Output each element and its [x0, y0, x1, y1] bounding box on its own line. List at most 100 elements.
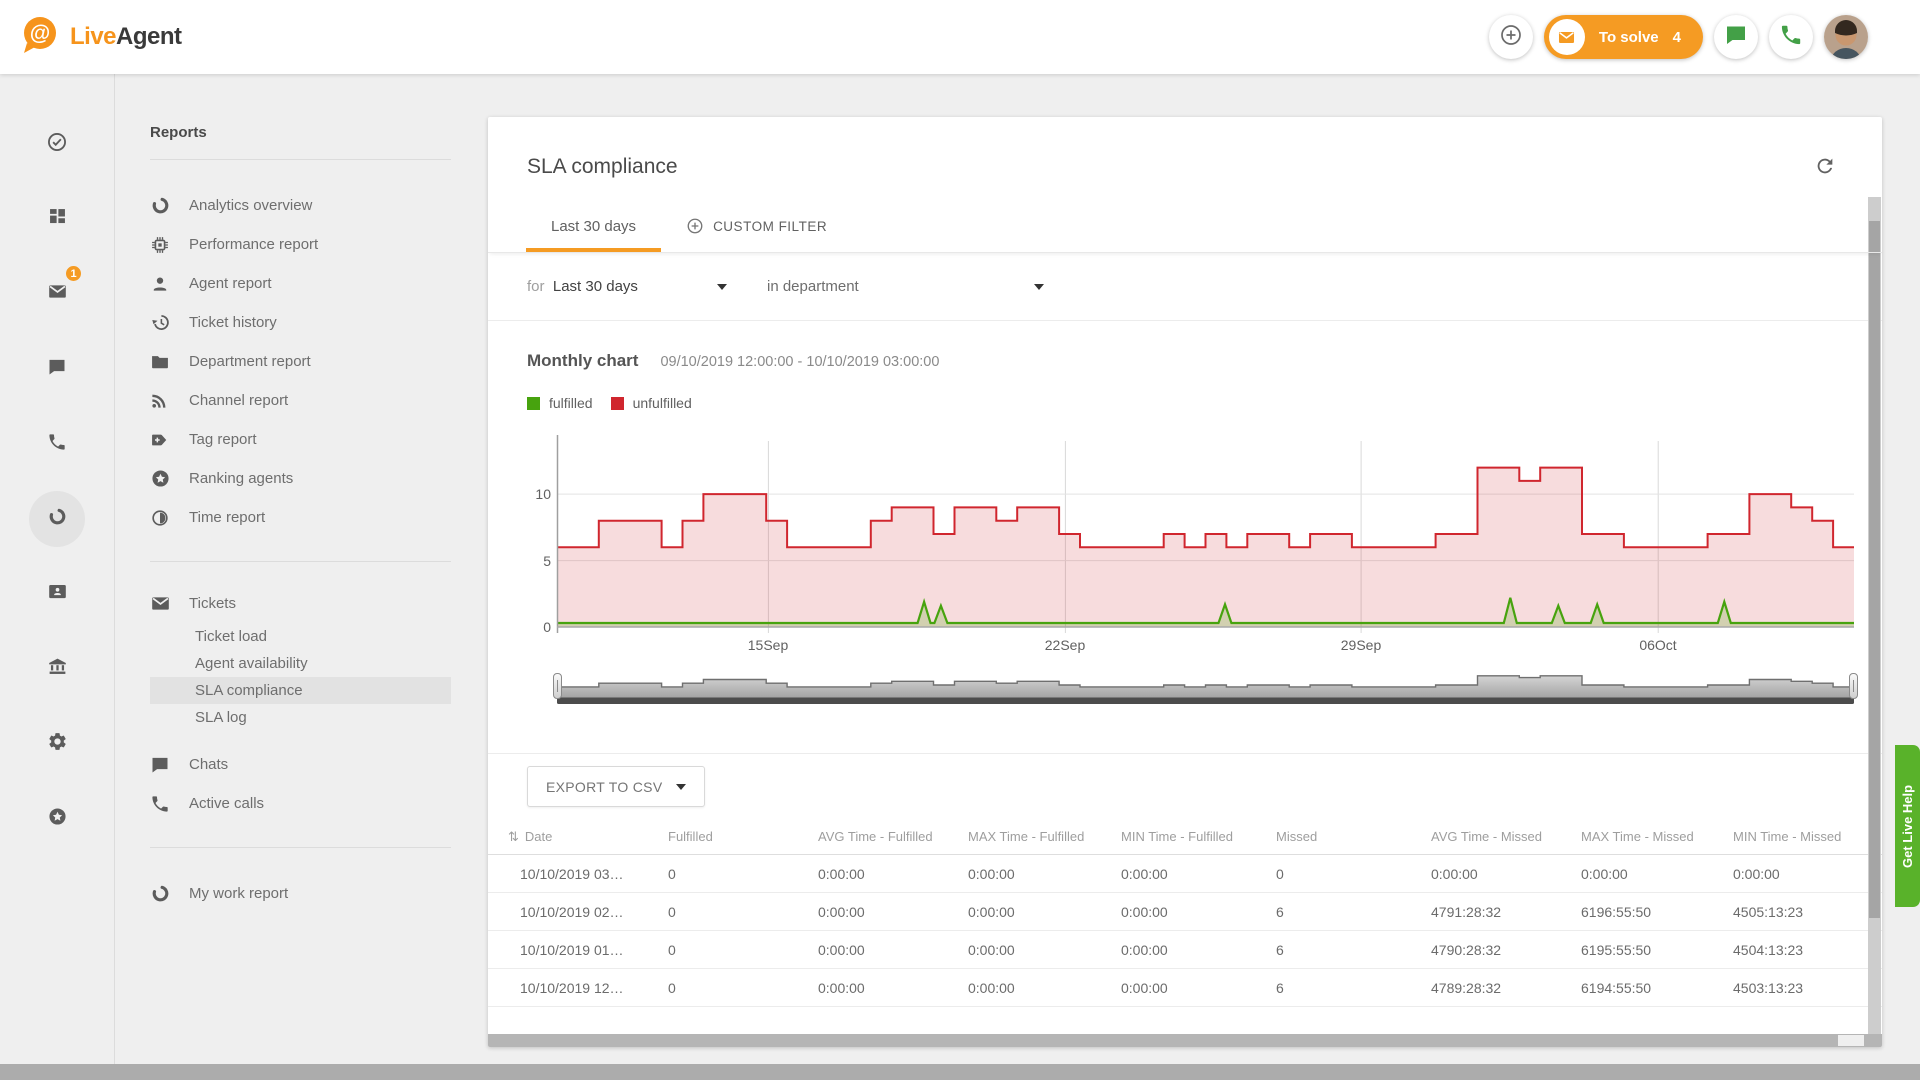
icon-rail: 1 — [0, 74, 115, 1065]
export-csv-button[interactable]: EXPORT TO CSV — [527, 766, 705, 807]
chat-icon — [150, 755, 172, 775]
cell-avg-time-missed: 4790:28:32 — [1431, 942, 1581, 958]
refresh-icon[interactable] — [1814, 155, 1836, 182]
legend-fulfilled[interactable]: fulfilled — [527, 395, 593, 411]
col-header-date[interactable]: ⇅Date — [508, 829, 668, 845]
cell-avg-time-fulfilled: 0:00:00 — [818, 866, 968, 882]
col-header-missed[interactable]: Missed — [1276, 829, 1431, 844]
chart-legend: fulfilled unfulfilled — [527, 395, 1843, 411]
y-axis-label: 5 — [527, 553, 551, 569]
liveagent-logo-icon: @ — [16, 12, 62, 63]
rail-contact-card-button[interactable] — [29, 566, 85, 622]
liveagent-logo[interactable]: @ LiveAgent — [16, 12, 182, 63]
tab-last-30-days[interactable]: Last 30 days — [526, 204, 661, 252]
get-live-help-tab[interactable]: Get Live Help — [1895, 745, 1920, 907]
rail-check-circle-button[interactable] — [29, 116, 85, 172]
cell-min-time-missed: 0:00:00 — [1733, 866, 1862, 882]
user-avatar[interactable] — [1824, 15, 1868, 59]
cell-max-time-fulfilled: 0:00:00 — [968, 980, 1121, 996]
cell-fulfilled: 0 — [668, 866, 818, 882]
reports-nav: Reports Analytics overviewPerformance re… — [116, 74, 488, 1065]
col-header-max-time-missed[interactable]: MAX Time - Missed — [1581, 829, 1733, 844]
calls-button[interactable] — [1769, 15, 1813, 59]
sort-icon[interactable]: ⇅ — [508, 829, 519, 844]
col-header-min-time-missed[interactable]: MIN Time - Missed — [1733, 829, 1862, 844]
envelope-icon — [1549, 19, 1585, 55]
cell-fulfilled: 0 — [668, 904, 818, 920]
chats-button[interactable] — [1714, 15, 1758, 59]
col-header-avg-time-missed[interactable]: AVG Time - Missed — [1431, 829, 1581, 844]
to-solve-button[interactable]: To solve 4 — [1544, 15, 1703, 59]
tab-custom-filter[interactable]: CUSTOM FILTER — [661, 204, 852, 252]
nav-item-agent-report[interactable]: Agent report — [150, 264, 451, 303]
check-circle-icon — [46, 131, 68, 158]
chevron-down-icon — [1034, 284, 1044, 290]
nav-item-ranking-agents[interactable]: Ranking agents — [150, 459, 451, 498]
rail-gear-button[interactable] — [29, 716, 85, 772]
department-select[interactable]: in department — [767, 278, 1044, 295]
sla-chart: 051015Sep22Sep29Sep06Oct — [527, 441, 1843, 713]
nav-item-chats[interactable]: Chats — [150, 745, 451, 784]
cell-max-time-missed: 6194:55:50 — [1581, 980, 1733, 996]
rail-dashboard-button[interactable] — [29, 191, 85, 247]
rail-donut-button[interactable] — [29, 491, 85, 547]
plus-circle-icon — [1499, 23, 1523, 52]
logo-text: LiveAgent — [70, 23, 182, 51]
sla-table: ⇅DateFulfilledAVG Time - FulfilledMAX Ti… — [488, 819, 1882, 1007]
navigator-right-handle[interactable] — [1849, 673, 1858, 699]
cell-min-time-missed: 4504:13:23 — [1733, 942, 1862, 958]
col-header-fulfilled[interactable]: Fulfilled — [668, 829, 818, 844]
period-select[interactable]: for Last 30 days — [527, 278, 727, 295]
chart-navigator[interactable] — [557, 671, 1854, 707]
nav-subitem-agent-availability[interactable]: Agent availability — [150, 650, 451, 677]
nav-item-ticket-history[interactable]: Ticket history — [150, 303, 451, 342]
nav-subitem-sla-compliance[interactable]: SLA compliance — [150, 677, 451, 704]
chat-icon — [47, 357, 67, 382]
donut-icon — [150, 195, 172, 216]
rail-bank-button[interactable] — [29, 641, 85, 697]
nav-item-performance-report[interactable]: Performance report — [150, 225, 451, 264]
col-header-avg-time-fulfilled[interactable]: AVG Time - Fulfilled — [818, 829, 968, 844]
table-row[interactable]: 10/10/2019 02…00:00:000:00:000:00:006479… — [488, 893, 1882, 931]
cell-max-time-missed: 0:00:00 — [1581, 866, 1733, 882]
add-button[interactable] — [1489, 15, 1533, 59]
nav-item-analytics-overview[interactable]: Analytics overview — [150, 186, 451, 225]
nav-item-time-report[interactable]: Time report — [150, 498, 451, 537]
nav-subitem-sla-log[interactable]: SLA log — [150, 704, 451, 731]
cell-missed: 6 — [1276, 980, 1431, 996]
x-axis-label: 22Sep — [1025, 637, 1105, 653]
rail-chat-button[interactable] — [29, 341, 85, 397]
nav-item-department-report[interactable]: Department report — [150, 342, 451, 381]
phone-icon — [150, 794, 172, 814]
cell-date: 10/10/2019 01… — [508, 942, 668, 958]
y-axis-label: 0 — [527, 619, 551, 635]
nav-item-tag-report[interactable]: Tag report — [150, 420, 451, 459]
table-row[interactable]: 10/10/2019 03…00:00:000:00:000:00:0000:0… — [488, 855, 1882, 893]
top-bar: @ LiveAgent To solve 4 — [0, 0, 1920, 74]
nav-item-my-work-report[interactable]: My work report — [150, 874, 451, 913]
nav-item-tickets[interactable]: Tickets — [150, 584, 451, 623]
nav-subitem-ticket-load[interactable]: Ticket load — [150, 623, 451, 650]
nav-item-channel-report[interactable]: Channel report — [150, 381, 451, 420]
legend-swatch — [611, 397, 624, 410]
col-header-min-time-fulfilled[interactable]: MIN Time - Fulfilled — [1121, 829, 1276, 844]
rail-phone-button[interactable] — [29, 416, 85, 472]
cell-min-time-fulfilled: 0:00:00 — [1121, 942, 1276, 958]
legend-unfulfilled[interactable]: unfulfilled — [611, 395, 692, 411]
person-icon — [150, 274, 172, 294]
folder-icon — [150, 352, 172, 372]
cell-avg-time-fulfilled: 0:00:00 — [818, 980, 968, 996]
table-row[interactable]: 10/10/2019 12…00:00:000:00:000:00:006478… — [488, 969, 1882, 1007]
rail-star-circle-button[interactable] — [29, 791, 85, 847]
vertical-scrollbar[interactable] — [1868, 197, 1881, 1047]
donut-icon — [150, 883, 172, 904]
y-axis-label: 10 — [527, 486, 551, 502]
table-row[interactable]: 10/10/2019 01…00:00:000:00:000:00:006479… — [488, 931, 1882, 969]
horizontal-scrollbar[interactable] — [488, 1034, 1882, 1047]
navigator-left-handle[interactable] — [553, 673, 562, 699]
col-header-max-time-fulfilled[interactable]: MAX Time - Fulfilled — [968, 829, 1121, 844]
cell-missed: 0 — [1276, 866, 1431, 882]
cell-max-time-fulfilled: 0:00:00 — [968, 942, 1121, 958]
rail-mail-button[interactable]: 1 — [29, 266, 85, 322]
nav-item-active-calls[interactable]: Active calls — [150, 784, 451, 823]
